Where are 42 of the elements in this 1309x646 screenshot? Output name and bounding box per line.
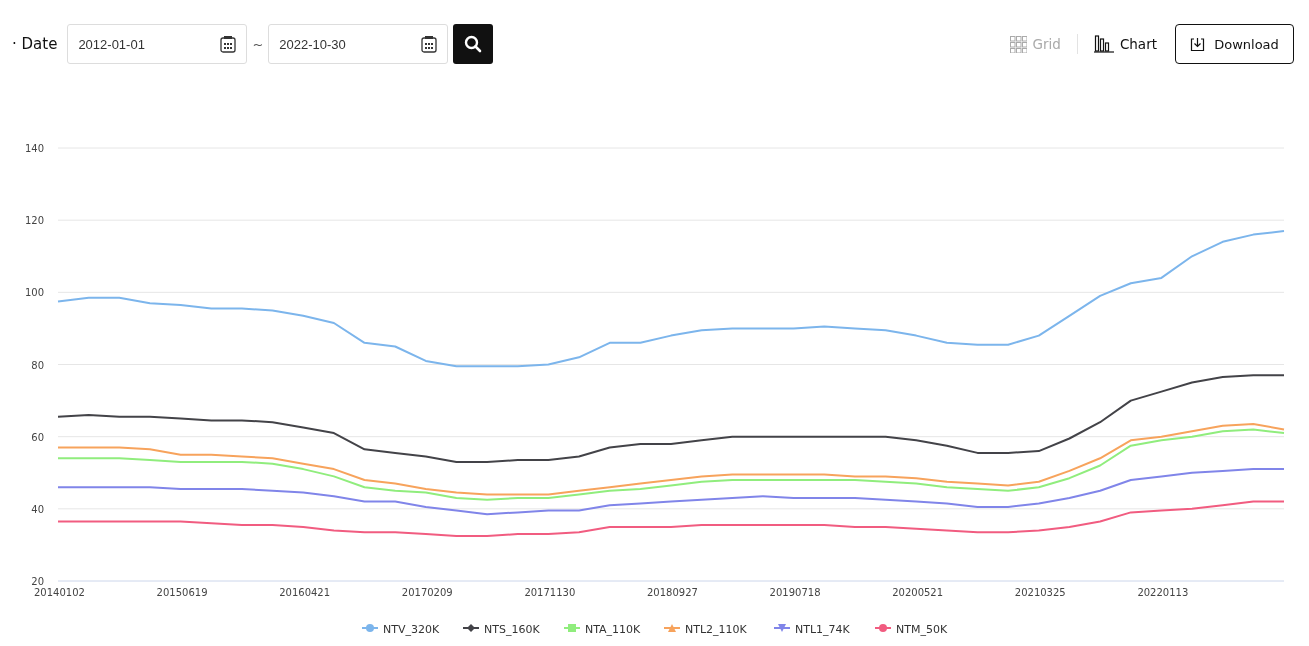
- search-button[interactable]: [453, 24, 494, 64]
- start-date-field[interactable]: 2012-01-01: [67, 24, 248, 64]
- calendar-icon: [421, 35, 438, 53]
- legend-label[interactable]: NTS_160K: [484, 623, 540, 636]
- x-axis-label: 20220113: [1137, 587, 1189, 598]
- x-axis-label: 20171130: [524, 587, 576, 598]
- legend-label[interactable]: NTV_320K: [383, 623, 440, 636]
- y-axis-label: 80: [31, 359, 44, 371]
- chart-tab[interactable]: Chart: [1091, 35, 1159, 53]
- y-axis-label: 40: [31, 503, 44, 515]
- legend-marker-icon: [361, 624, 379, 632]
- end-date-field[interactable]: 2022-10-30: [268, 24, 449, 64]
- legend-marker-icon: [773, 624, 791, 632]
- legend-marker-icon: [563, 624, 581, 632]
- grid-icon: [1009, 35, 1027, 53]
- y-axis-label: 20: [31, 576, 44, 587]
- bar-chart-icon: [1093, 35, 1114, 53]
- legend-marker-icon: [663, 624, 681, 632]
- legend-label[interactable]: NTL1_74K: [795, 623, 850, 636]
- x-axis-label: 20170209: [401, 587, 453, 598]
- y-axis-label: 120: [24, 215, 44, 227]
- legend-label[interactable]: NTA_110K: [585, 623, 641, 636]
- legend-marker-icon: [874, 624, 892, 632]
- calendar-icon: [220, 35, 237, 53]
- y-axis-label: 140: [24, 143, 44, 154]
- x-axis-label: 20180927: [647, 587, 698, 598]
- y-axis-label: 60: [31, 431, 44, 443]
- x-axis-label: 20210325: [1014, 587, 1066, 598]
- download-icon: [1190, 36, 1206, 52]
- x-axis-label: 20190718: [769, 587, 821, 598]
- x-axis-label: 20150619: [156, 587, 208, 598]
- download-button[interactable]: Download: [1175, 24, 1294, 64]
- y-axis-label: 100: [24, 287, 44, 299]
- x-axis-label: 20140102: [34, 587, 85, 598]
- x-axis-label: 20200521: [892, 587, 944, 598]
- date-label: · Date: [12, 35, 58, 53]
- legend-label[interactable]: NTL2_110K: [685, 623, 747, 636]
- legend-label[interactable]: NTM_50K: [896, 623, 948, 636]
- range-separator: ~: [252, 36, 264, 52]
- x-axis-label: 20160421: [279, 587, 331, 598]
- search-icon: [464, 35, 483, 53]
- legend-marker-icon: [462, 624, 480, 632]
